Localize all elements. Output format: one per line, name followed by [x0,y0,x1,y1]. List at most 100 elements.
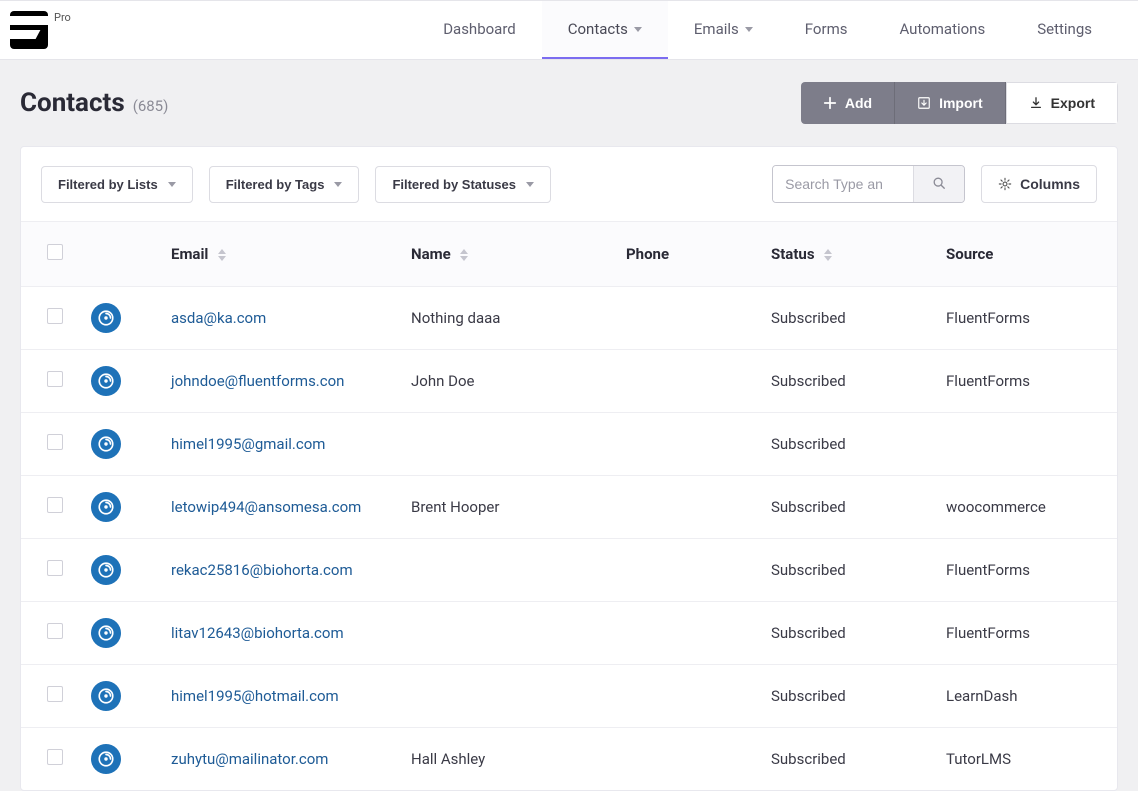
pro-badge: Pro [54,11,71,24]
cell-status: Subscribed [771,435,946,453]
topbar: Pro Dashboard Contacts Emails Forms Auto… [0,0,1138,60]
sort-icon [460,249,468,261]
cell-email[interactable]: letowip494@ansomesa.com [171,498,411,516]
cell-status: Subscribed [771,309,946,327]
nav-forms[interactable]: Forms [779,1,874,59]
row-checkbox[interactable] [47,560,63,576]
cell-name: John Doe [411,372,626,390]
nav-label: Emails [694,20,739,38]
plus-icon [823,96,837,110]
brand-area: Pro [10,11,71,49]
nav-label: Forms [805,20,848,38]
cell-email[interactable]: zuhytu@mailinator.com [171,750,411,768]
col-header-status[interactable]: Status [771,245,946,263]
search-wrap [772,165,965,203]
row-checkbox[interactable] [47,497,63,513]
cell-email[interactable]: asda@ka.com [171,309,411,327]
avatar [91,618,121,648]
row-checkbox[interactable] [47,686,63,702]
filter-by-statuses[interactable]: Filtered by Statuses [375,166,551,203]
row-checkbox[interactable] [47,308,63,324]
avatar [91,681,121,711]
chevron-down-icon [634,27,642,32]
col-header-phone[interactable]: Phone [626,245,771,263]
table-row: johndoe@fluentforms.conJohn Doe Subscribe… [21,349,1117,412]
table-row: himel1995@hotmail.com SubscribedLearnDash [21,664,1117,727]
col-header-email[interactable]: Email [171,245,411,263]
contacts-panel: Filtered by Lists Filtered by Tags Filte… [20,146,1118,791]
sort-icon [218,249,226,261]
nav-label: Dashboard [443,20,516,38]
filters-bar: Filtered by Lists Filtered by Tags Filte… [21,147,1117,222]
col-label: Email [171,245,208,263]
table-row: himel1995@gmail.com Subscribed [21,412,1117,475]
cell-email[interactable]: himel1995@gmail.com [171,435,411,453]
import-button[interactable]: Import [895,82,1006,124]
btn-label: Export [1051,95,1095,111]
nav-label: Contacts [568,20,628,38]
cell-source: FluentForms [946,309,1117,327]
select-all-checkbox[interactable] [47,244,63,260]
cell-name: Hall Ashley [411,750,626,768]
chevron-down-icon [745,27,753,32]
cell-source: TutorLMS [946,750,1117,768]
page-title: Contacts [20,88,125,118]
cell-email[interactable]: himel1995@hotmail.com [171,687,411,705]
cell-name: Brent Hooper [411,498,626,516]
table-header: Email Name Phone Status Source [21,222,1117,286]
col-header-name[interactable]: Name [411,245,626,263]
export-icon [1029,96,1043,110]
nav-label: Settings [1037,20,1092,38]
nav-label: Automations [899,20,985,38]
cell-status: Subscribed [771,498,946,516]
cell-email[interactable]: rekac25816@biohorta.com [171,561,411,579]
col-header-source[interactable]: Source [946,245,1117,263]
cell-source: FluentForms [946,561,1117,579]
cell-status: Subscribed [771,561,946,579]
nav-settings[interactable]: Settings [1011,1,1118,59]
cell-status: Subscribed [771,750,946,768]
col-label: Source [946,245,993,263]
search-input[interactable] [773,166,913,202]
col-label: Phone [626,245,669,263]
header-actions: Add Import Export [801,82,1118,124]
row-checkbox[interactable] [47,434,63,450]
filter-by-tags[interactable]: Filtered by Tags [209,166,360,203]
cell-source: FluentForms [946,624,1117,642]
main-nav: Dashboard Contacts Emails Forms Automati… [417,1,1118,59]
col-label: Name [411,245,451,263]
columns-button[interactable]: Columns [981,165,1097,203]
avatar [91,366,121,396]
table-row: litav12643@biohorta.com SubscribedFluentF… [21,601,1117,664]
cell-email[interactable]: litav12643@biohorta.com [171,624,411,642]
table-row: letowip494@ansomesa.comBrent Hooper Subsc… [21,475,1117,538]
row-checkbox[interactable] [47,623,63,639]
table-row: zuhytu@mailinator.comHall Ashley Subscrib… [21,727,1117,790]
row-checkbox[interactable] [47,371,63,387]
import-icon [917,96,931,110]
col-label: Status [771,245,815,263]
app-logo [10,11,48,49]
avatar [91,429,121,459]
cell-source: LearnDash [946,687,1117,705]
avatar [91,303,121,333]
filter-by-lists[interactable]: Filtered by Lists [41,166,193,203]
export-button[interactable]: Export [1006,82,1118,124]
page-header: Contacts (685) Add Import Export [20,82,1118,124]
avatar [91,555,121,585]
cell-status: Subscribed [771,687,946,705]
nav-emails[interactable]: Emails [668,1,779,59]
cell-status: Subscribed [771,624,946,642]
cell-email[interactable]: johndoe@fluentforms.con [171,372,411,390]
nav-dashboard[interactable]: Dashboard [417,1,542,59]
search-button[interactable] [913,166,964,202]
table-row: rekac25816@biohorta.com SubscribedFluentF… [21,538,1117,601]
gear-icon [998,177,1012,191]
chevron-down-icon [334,182,342,187]
add-button[interactable]: Add [801,82,895,124]
cell-status: Subscribed [771,372,946,390]
cell-source: FluentForms [946,372,1117,390]
nav-contacts[interactable]: Contacts [542,1,668,59]
search-icon [932,176,946,190]
nav-automations[interactable]: Automations [873,1,1011,59]
